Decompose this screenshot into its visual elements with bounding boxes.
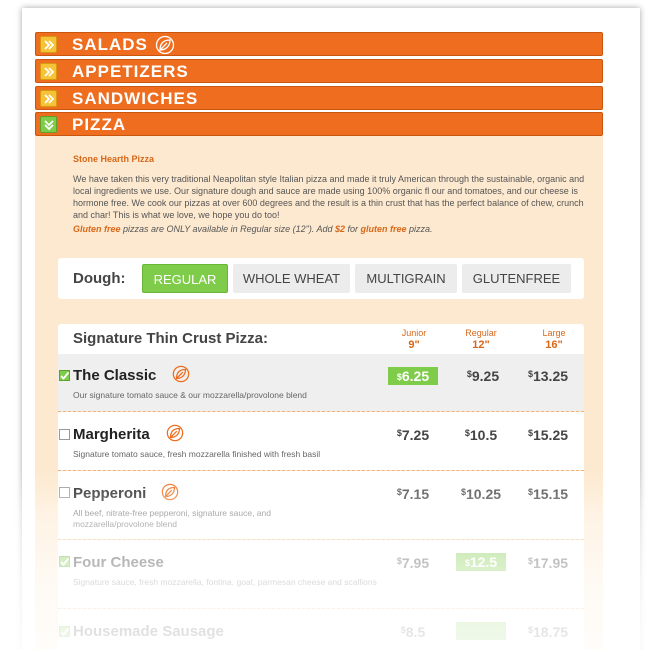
category-salads[interactable]: SALADS: [35, 32, 603, 56]
chevron-right-icon: [40, 63, 57, 80]
price-junior[interactable]: $7.15: [383, 486, 443, 502]
price-regular[interactable]: $12.5: [456, 553, 506, 571]
price-regular[interactable]: [456, 622, 506, 640]
category-label: APPETIZERS: [72, 62, 189, 81]
chevron-right-icon: [40, 90, 57, 107]
category-appetizers[interactable]: APPETIZERS: [35, 59, 603, 83]
checkbox[interactable]: [59, 429, 70, 440]
dough-option-glutenfree[interactable]: GLUTENFREE: [462, 264, 571, 293]
item-name: The Classic: [73, 367, 157, 384]
checkbox[interactable]: [59, 487, 70, 498]
price-large[interactable]: $15.15: [518, 486, 578, 502]
category-pizza[interactable]: PIZZA: [35, 112, 603, 136]
leaf-icon: [161, 483, 179, 506]
price-junior[interactable]: $7.25: [383, 427, 443, 443]
dough-option-whole-wheat[interactable]: WHOLE WHEAT: [233, 264, 350, 293]
price-large[interactable]: $17.95: [518, 555, 578, 571]
dough-option-multigrain[interactable]: MULTIGRAIN: [355, 264, 457, 293]
menu-item-row[interactable]: [58, 540, 584, 608]
item-description: Our signature tomato sauce & our mozzare…: [73, 390, 307, 400]
intro-text: We have taken this very traditional Neap…: [73, 174, 585, 220]
section-title: Signature Thin Crust Pizza:: [73, 330, 269, 347]
size-regular: Regular 12": [465, 328, 497, 351]
category-label: SALADS: [72, 35, 148, 54]
price-large[interactable]: $13.25: [518, 368, 578, 384]
price-regular[interactable]: $10.5: [451, 427, 511, 443]
category-label: PIZZA: [72, 115, 127, 134]
dough-label: Dough:: [73, 270, 126, 287]
item-description: Signature sauce, fresh mozzarella, fonti…: [73, 577, 377, 587]
checkbox[interactable]: [59, 626, 70, 637]
item-description: Signature tomato sauce, fresh mozzarella…: [73, 449, 321, 459]
price-junior[interactable]: $7.95: [383, 555, 443, 571]
size-large: Large 16": [542, 328, 566, 351]
item-name: Margherita: [73, 426, 150, 443]
leaf-icon: [172, 365, 190, 388]
menu-viewport: SALADS APPETIZERS SANDWICHES PIZZA Stone…: [0, 0, 650, 650]
checkbox[interactable]: [59, 556, 70, 567]
leaf-icon: [166, 424, 184, 447]
leaf-icon: [155, 35, 175, 60]
item-description: All beef, nitrate-free pepperoni, signat…: [73, 508, 271, 529]
chevron-right-icon: [40, 36, 57, 53]
gluten-free-note: Gluten free pizzas are ONLY available in…: [73, 224, 433, 234]
chevron-down-icon: [40, 116, 57, 133]
price-large[interactable]: $15.25: [518, 427, 578, 443]
price-regular[interactable]: $10.25: [446, 486, 516, 502]
intro-title: Stone Hearth Pizza: [73, 154, 155, 164]
checkbox[interactable]: [59, 370, 70, 381]
price-large[interactable]: $18.75: [518, 624, 578, 640]
size-junior: Junior 9": [401, 328, 427, 351]
category-sandwiches[interactable]: SANDWICHES: [35, 86, 603, 110]
price-junior[interactable]: $8.5: [383, 624, 443, 640]
price-junior[interactable]: $6.25: [388, 367, 438, 385]
dough-option-regular[interactable]: REGULAR: [142, 264, 228, 293]
category-label: SANDWICHES: [72, 89, 199, 108]
item-name: Housemade Sausage: [73, 623, 224, 640]
price-regular[interactable]: $9.25: [453, 368, 513, 384]
item-name: Four Cheese: [73, 554, 164, 571]
item-name: Pepperoni: [73, 485, 147, 502]
